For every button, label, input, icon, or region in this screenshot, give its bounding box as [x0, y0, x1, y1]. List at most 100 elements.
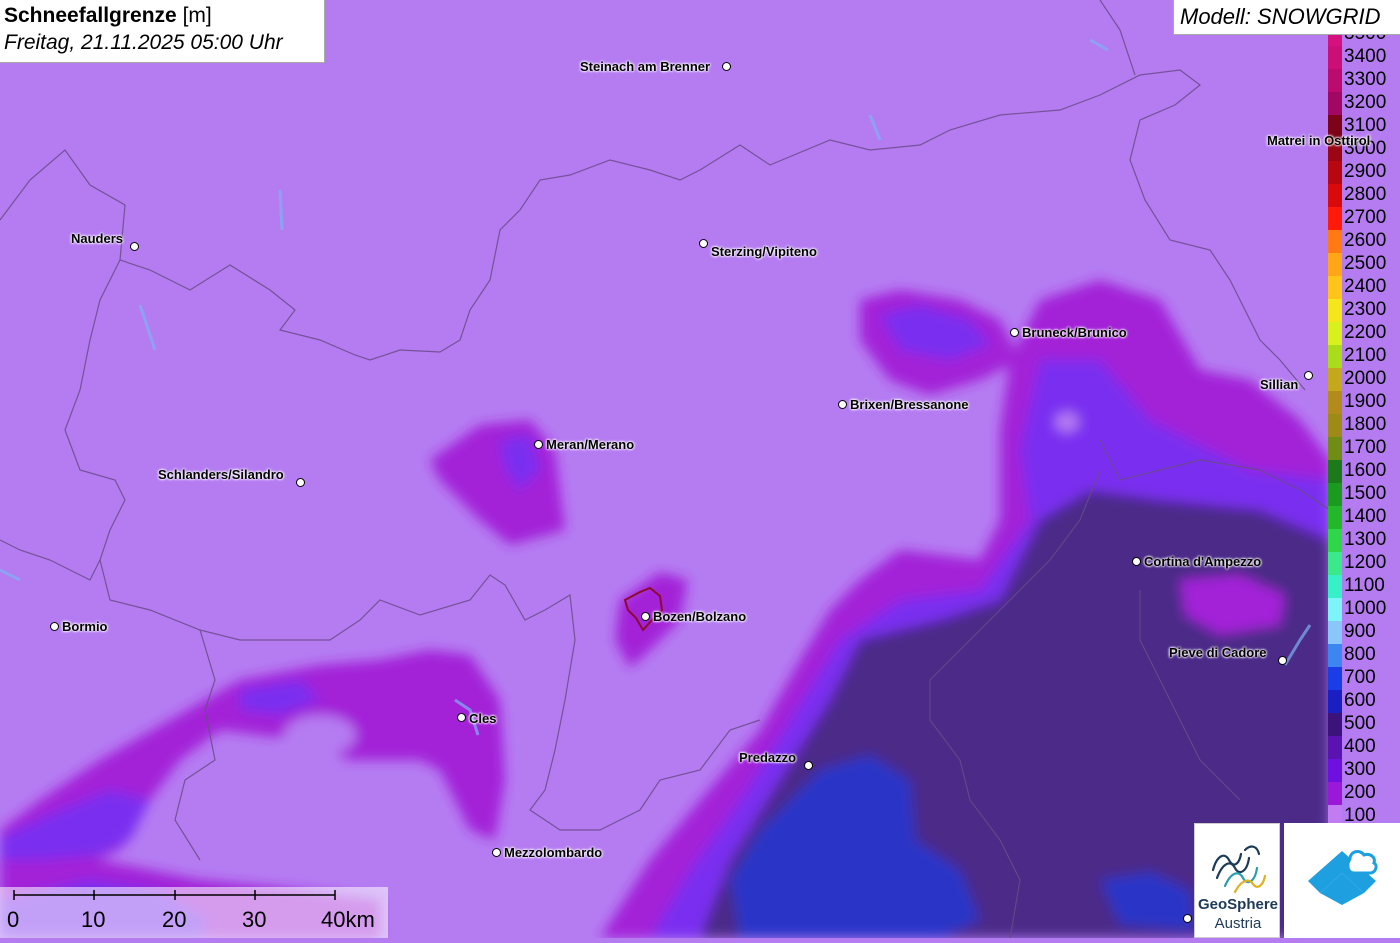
legend-swatch [1328, 667, 1342, 690]
legend-swatch [1328, 322, 1342, 345]
legend-label: 3500 [1344, 35, 1386, 44]
legend-swatch [1328, 460, 1342, 483]
city-dot [1278, 656, 1287, 665]
city-dot [838, 400, 847, 409]
legend-label: 300 [1344, 759, 1376, 780]
city-label: Nauders [71, 231, 124, 246]
city-label: Mezzolombardo [504, 845, 603, 860]
legend-swatch [1328, 276, 1342, 299]
scale-label: 0 [7, 907, 20, 932]
city-label: Sterzing/Vipiteno [711, 244, 817, 259]
legend-label: 2000 [1344, 368, 1387, 389]
geosphere-logo-icon [1211, 845, 1267, 894]
legend-swatch [1328, 690, 1342, 713]
legend-swatch [1328, 184, 1342, 207]
city-label: Brixen/Bressanone [850, 397, 969, 412]
legend-label: 1000 [1344, 598, 1387, 619]
legend-label: 1300 [1344, 529, 1387, 550]
legend-label: 2500 [1344, 253, 1387, 274]
legend-label: 500 [1344, 713, 1376, 734]
scale-label: 30 [242, 907, 267, 932]
legend-label: 3400 [1344, 46, 1387, 67]
legend-label: 1400 [1344, 506, 1387, 527]
legend-swatch [1328, 529, 1342, 552]
city-dot [722, 62, 731, 71]
legend-label: 400 [1344, 736, 1376, 757]
legend-label: 2400 [1344, 276, 1387, 297]
city-dot [1183, 914, 1192, 923]
map-title-bold: Schneefallgrenze [4, 4, 177, 27]
scale-bar: 0 10 20 30 40km [0, 887, 388, 938]
city-dot [804, 761, 813, 770]
city-dot [641, 612, 650, 621]
geosphere-logo-line2: Austria [1214, 915, 1262, 932]
city-dot [492, 848, 501, 857]
legend-swatch [1328, 805, 1342, 823]
legend-label: 3300 [1344, 69, 1387, 90]
city-dot [130, 242, 139, 251]
legend-label: 600 [1344, 690, 1376, 711]
legend-label: 2800 [1344, 184, 1387, 205]
city-label: Bozen/Bolzano [653, 609, 747, 624]
city-dot [534, 440, 543, 449]
legend-swatch [1328, 644, 1342, 667]
legend-swatch [1328, 161, 1342, 184]
legend-swatch [1328, 92, 1342, 115]
legend-label: 3200 [1344, 92, 1387, 113]
geosphere-logo[interactable]: GeoSphere Austria [1194, 823, 1280, 938]
legend-label: 2300 [1344, 299, 1387, 320]
legend-swatch [1328, 552, 1342, 575]
legend-swatch [1328, 414, 1342, 437]
city-dot [1132, 557, 1141, 566]
city-label: Cortina d'Ampezzo [1144, 554, 1262, 569]
legend-label: 1700 [1344, 437, 1387, 458]
city-label: Matrei in Osttirol [1267, 133, 1371, 148]
legend-label: 1500 [1344, 483, 1387, 504]
legend-swatch [1328, 345, 1342, 368]
legend-swatch [1328, 299, 1342, 322]
scale-label: 40km [321, 907, 375, 932]
app-logo[interactable] [1284, 823, 1400, 938]
legend-swatch [1328, 736, 1342, 759]
legend-swatch [1328, 35, 1342, 46]
scale-label: 20 [162, 907, 187, 932]
legend-swatch [1328, 46, 1342, 69]
city-label: Sillian [1260, 377, 1299, 392]
cloud-house-icon [1308, 850, 1378, 905]
city-dot [296, 478, 305, 487]
city-dot [50, 622, 59, 631]
city-label: Steinach am Brenner [580, 59, 711, 74]
city-label: Bruneck/Brunico [1022, 325, 1127, 340]
legend-swatch [1328, 253, 1342, 276]
scale-bar-line [13, 890, 336, 900]
legend-label: 800 [1344, 644, 1376, 665]
legend-label: 1100 [1344, 575, 1385, 596]
city-label: Cles [469, 711, 497, 726]
map-title-unit: [m] [176, 4, 212, 27]
legend-label: 1900 [1344, 391, 1387, 412]
legend-swatch [1328, 391, 1342, 414]
scale-label: 10 [81, 907, 106, 932]
legend-label: 2200 [1344, 322, 1387, 343]
legend-label: 1200 [1344, 552, 1387, 573]
color-legend: 3500340033003200310030002900280027002600… [1328, 35, 1400, 823]
legend-label: 1800 [1344, 414, 1387, 435]
legend-swatch [1328, 69, 1342, 92]
city-label: Pieve di Cadore [1169, 645, 1267, 660]
legend-label: 2100 [1344, 345, 1387, 366]
legend-swatch [1328, 483, 1342, 506]
legend-swatch [1328, 598, 1342, 621]
legend-swatch [1328, 437, 1342, 460]
city-label: Meran/Merano [546, 437, 635, 452]
legend-swatch [1328, 621, 1342, 644]
model-label: Modell: SNOWGRID [1173, 0, 1400, 35]
legend-swatch [1328, 506, 1342, 529]
legend-label: 900 [1344, 621, 1376, 642]
city-dot [699, 239, 708, 248]
city-dot [457, 713, 466, 722]
map-title: Schneefallgrenze [m] [4, 3, 320, 29]
legend-label: 200 [1344, 782, 1376, 803]
geosphere-logo-line1: GeoSphere [1197, 896, 1279, 913]
city-dot [1010, 328, 1019, 337]
legend-label: 2700 [1344, 207, 1387, 228]
